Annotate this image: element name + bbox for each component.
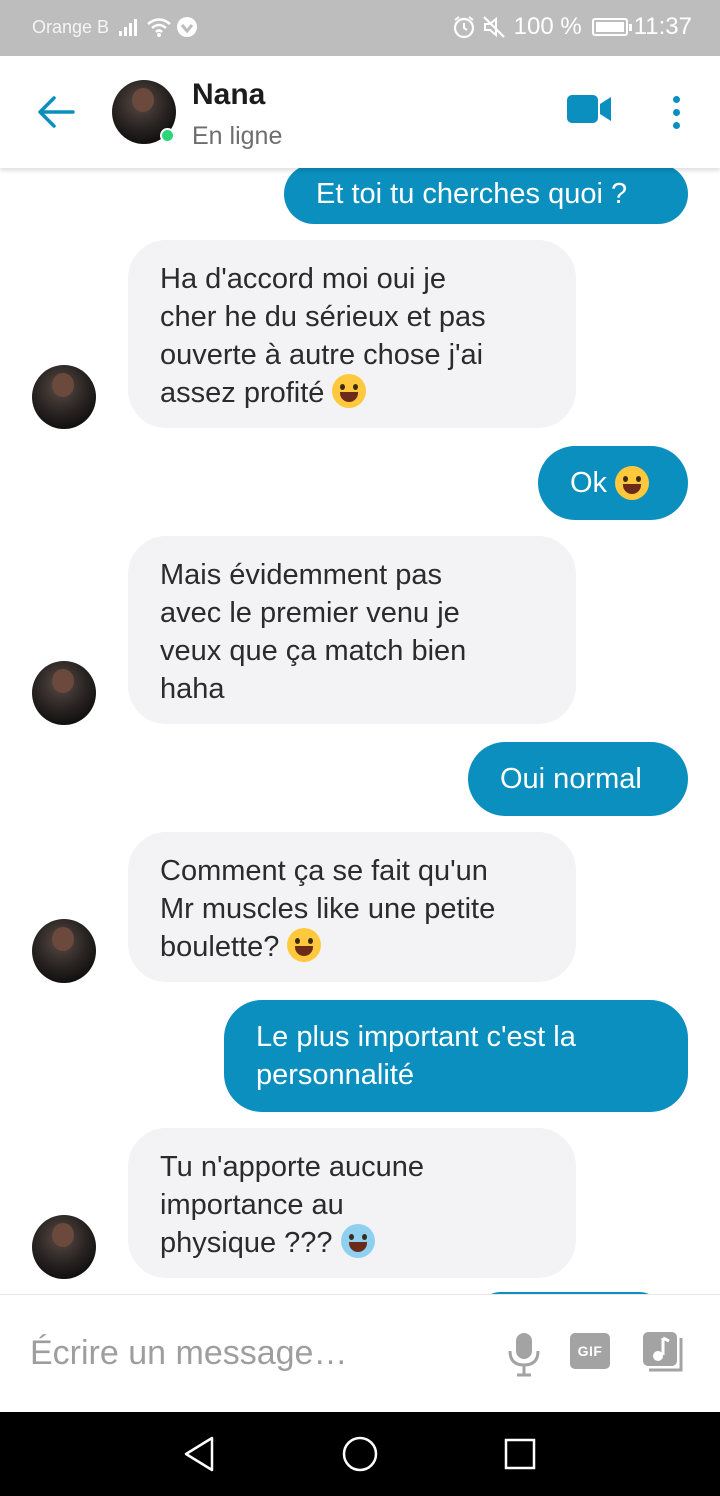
grinning-sweat-emoji-icon <box>615 466 650 500</box>
signal-icon <box>119 19 137 36</box>
video-camera-icon <box>567 95 611 123</box>
message-line: Tu n'apporte aucune <box>160 1151 425 1183</box>
online-indicator <box>160 128 175 143</box>
battery-percent: 100 % <box>513 13 582 40</box>
wifi-icon <box>147 18 171 37</box>
nav-back-button[interactable] <box>180 1434 220 1474</box>
nav-recent-button[interactable] <box>502 1436 538 1472</box>
message-line: assez profité <box>160 377 325 409</box>
microphone-icon <box>508 1333 540 1377</box>
message-line: cher he du sérieux et pas <box>160 301 486 333</box>
status-bar: Orange B 100 % 11:37 <box>0 0 720 56</box>
status-right: 100 % 11:37 <box>452 13 692 41</box>
message-line: ouverte à autre chose j'ai <box>160 339 484 371</box>
message-received[interactable]: Mais évidemment pas avec le premier venu… <box>128 536 576 724</box>
grinning-sweat-emoji-icon <box>332 374 367 408</box>
contact-avatar-small[interactable] <box>32 365 96 429</box>
message-input[interactable] <box>30 1325 470 1381</box>
contact-avatar-small[interactable] <box>32 661 96 725</box>
winking-tongue-emoji-icon <box>287 928 322 962</box>
message-text: Oui normal <box>500 763 642 795</box>
contact-avatar-small[interactable] <box>32 919 96 983</box>
message-sent[interactable]: Ok <box>538 446 688 520</box>
message-sent[interactable]: Oui normal <box>468 742 688 816</box>
contact-name[interactable]: Nana <box>192 78 265 112</box>
message-list[interactable]: Et toi tu cherches quoi ? Ha d'accord mo… <box>0 168 720 1294</box>
nav-home-icon <box>342 1436 378 1472</box>
more-vertical-icon <box>672 95 680 103</box>
chat-header: Nana En ligne <box>0 56 720 168</box>
nav-recent-icon <box>504 1438 536 1470</box>
carrier-label: Orange B <box>32 17 110 37</box>
message-received[interactable]: Comment ça se fait qu'un Mr muscles like… <box>128 832 576 982</box>
contact-avatar-small[interactable] <box>32 1215 96 1279</box>
back-arrow-icon <box>38 96 75 128</box>
message-line: haha <box>160 673 225 705</box>
message-line: personnalité <box>256 1059 414 1091</box>
nav-back-icon <box>184 1436 214 1472</box>
message-text: Ok <box>570 467 608 499</box>
message-line: Le plus important c'est la <box>256 1021 576 1053</box>
back-button[interactable] <box>34 90 78 134</box>
screaming-fear-emoji-icon <box>340 1224 375 1258</box>
message-line: boulette? <box>160 931 280 963</box>
alarm-icon <box>453 16 474 39</box>
message-line: Mr muscles like une petite <box>160 893 496 925</box>
mute-icon <box>482 16 505 38</box>
composer-bar: GIF <box>0 1294 720 1412</box>
system-nav-bar <box>0 1412 720 1496</box>
message-line: veux que ça match bien <box>160 635 467 667</box>
gif-icon: GIF <box>577 1343 603 1359</box>
message-line: physique ??? <box>160 1227 333 1259</box>
clock: 11:37 <box>633 13 692 40</box>
contact-status: En ligne <box>192 122 283 150</box>
status-left-icons <box>118 16 198 38</box>
message-line: avec le premier venu je <box>160 597 460 629</box>
message-line: importance au <box>160 1189 344 1221</box>
message-sent[interactable]: Et toi tu cherches quoi ? <box>284 168 688 224</box>
music-button[interactable] <box>640 1329 684 1373</box>
message-received[interactable]: Ha d'accord moi oui je cher he du sérieu… <box>128 240 576 428</box>
music-icon <box>643 1332 683 1372</box>
message-text: Et toi tu cherches quoi ? <box>316 178 628 210</box>
more-options-button[interactable] <box>658 90 694 134</box>
message-line: Mais évidemment pas <box>160 559 443 591</box>
battery-icon <box>591 18 632 36</box>
message-received[interactable]: Tu n'apporte aucune importance au physiq… <box>128 1128 576 1278</box>
message-line: Ha d'accord moi oui je <box>160 263 447 295</box>
message-line: Comment ça se fait qu'un <box>160 855 488 887</box>
video-call-button[interactable] <box>566 92 616 132</box>
microphone-button[interactable] <box>504 1331 544 1377</box>
nav-home-button[interactable] <box>340 1434 380 1474</box>
message-sent[interactable]: Le plus important c'est la personnalité <box>224 1000 688 1112</box>
app-notification-icon <box>177 17 197 37</box>
gif-button[interactable]: GIF <box>570 1333 610 1369</box>
